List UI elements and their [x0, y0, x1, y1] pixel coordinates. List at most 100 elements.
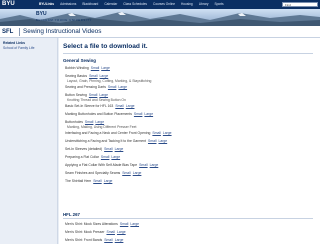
download-small-link[interactable]: Small — [101, 155, 109, 159]
item-description: Layout, Grain, Pinning, Cutting, Marking… — [67, 79, 152, 83]
title-divider — [19, 28, 20, 36]
top-nav: BYULinks Admissions Blackboard Calendar … — [36, 0, 227, 9]
download-large-link[interactable]: Large — [133, 171, 142, 175]
sidebar: Related Links School of Family Life — [0, 38, 58, 244]
download-small-link[interactable]: Small — [139, 163, 147, 167]
nav-library[interactable]: Library — [196, 0, 212, 9]
find-input[interactable]: Find — [282, 2, 318, 7]
item-title: Seam Finishes and Specialty Seams — [65, 171, 121, 175]
list-item: The Shirttail Hem Small Large — [65, 179, 112, 183]
item-title: Men's Shirt: Mock Presser — [65, 230, 105, 234]
byu-logo[interactable]: BYU — [2, 1, 15, 8]
nav-housing[interactable]: Housing — [178, 0, 196, 9]
download-large-link[interactable]: Large — [158, 139, 167, 143]
download-small-link[interactable]: Small — [108, 85, 116, 89]
item-title: Interfacing and Facing a Neck and Center… — [65, 131, 151, 135]
main-heading: Select a file to download it. — [63, 43, 148, 50]
list-item: Set-In Sleeves (detailed) Small Large — [65, 147, 123, 151]
item-title: Bobbin Winding — [65, 66, 89, 70]
download-small-link[interactable]: Small — [104, 238, 112, 242]
item-title: Applying a Flat Collar With Self-Made Bi… — [65, 163, 138, 167]
download-large-link[interactable]: Large — [126, 104, 135, 108]
mountain-banner: BYU BRIGHAM YOUNG UNIVERSITY — [0, 9, 320, 26]
section-heading-general-sewing: General Sewing — [63, 58, 96, 63]
item-title: The Shirttail Hem — [65, 179, 92, 183]
main-content: Select a file to download it. General Se… — [59, 38, 320, 244]
download-large-link[interactable]: Large — [144, 112, 153, 116]
nav-courses-online[interactable]: Courses Online — [150, 0, 178, 9]
section-divider — [63, 218, 313, 219]
list-item: Buttonholes Small Large Marking, Making, Us… — [65, 120, 136, 129]
item-title: Marking Buttonholes and Button Placement… — [65, 112, 132, 116]
list-item: Sewing and Pressing Darts Small Large — [65, 85, 127, 89]
list-item: Interfacing and Facing a Neck and Center… — [65, 131, 172, 135]
nav-class-schedules[interactable]: Class Schedules — [120, 0, 150, 9]
download-large-link[interactable]: Large — [115, 238, 124, 242]
download-large-link[interactable]: Large — [101, 66, 110, 70]
download-large-link[interactable]: Large — [150, 163, 159, 167]
list-item: Men's Shirt: Front Bands Small Large — [65, 238, 123, 242]
list-item: Preparing a Flat Collar Small Large — [65, 155, 120, 159]
byu-wordmark: BYU — [36, 11, 47, 17]
item-title: Preparing a Flat Collar — [65, 155, 99, 159]
nav-calendar[interactable]: Calendar — [101, 0, 120, 9]
item-title: Basic Set-In Sleeve for HFL 163 — [65, 104, 114, 108]
item-description: Knotting Thread and Sewing Button On — [67, 98, 126, 102]
download-small-link[interactable]: Small — [148, 139, 156, 143]
download-small-link[interactable]: Small — [89, 74, 97, 78]
download-small-link[interactable]: Small — [122, 171, 130, 175]
download-small-link[interactable]: Small — [115, 104, 123, 108]
nav-admissions[interactable]: Admissions — [57, 0, 79, 9]
list-item: Sewing Basics Small Large Layout, Grain, Pi… — [65, 74, 151, 83]
list-item: Basic Set-In Sleeve for HFL 163 Small Larg… — [65, 104, 134, 108]
nav-sports[interactable]: Sports — [211, 0, 226, 9]
item-title: Set-In Sleeves (detailed) — [65, 147, 103, 151]
download-small-link[interactable]: Small — [106, 230, 114, 234]
item-title: Buttonholes — [65, 120, 83, 124]
download-small-link[interactable]: Small — [134, 112, 142, 116]
department-abbrev[interactable]: SFL — [2, 28, 13, 36]
download-large-link[interactable]: Large — [117, 230, 126, 234]
sidebar-heading: Related Links — [3, 41, 26, 45]
download-small-link[interactable]: Small — [91, 66, 99, 70]
nav-blackboard[interactable]: Blackboard — [79, 0, 101, 9]
download-large-link[interactable]: Large — [130, 222, 139, 226]
list-item: Seam Finishes and Specialty Seams Small La… — [65, 171, 141, 175]
item-description: Marking, Making, Using Different Presser… — [67, 125, 137, 129]
list-item: Marking Buttonholes and Button Placement… — [65, 112, 153, 116]
item-title: Sewing and Pressing Darts — [65, 85, 106, 89]
title-bar: SFL Sewing Instructional Videos — [0, 26, 320, 38]
byu-full-name: BRIGHAM YOUNG UNIVERSITY — [36, 18, 92, 22]
top-nav-bar: BYU BYULinks Admissions Blackboard Calen… — [0, 0, 320, 9]
item-title: Button Sewing — [65, 93, 87, 97]
download-small-link[interactable]: Small — [120, 222, 128, 226]
download-small-link[interactable]: Small — [93, 179, 101, 183]
section-heading-hfl-267: HFL 267 — [63, 212, 81, 217]
download-large-link[interactable]: Large — [104, 179, 113, 183]
item-title: Understitching a Facing and Tacking It t… — [65, 139, 146, 143]
download-small-link[interactable]: Small — [152, 131, 160, 135]
download-small-link[interactable]: Small — [89, 93, 97, 97]
item-title: Men's Shirt: Mock Sizes Alterations — [65, 222, 118, 226]
list-item: Bobbin Winding Small Large — [65, 66, 110, 70]
download-large-link[interactable]: Large — [163, 131, 172, 135]
download-small-link[interactable]: Small — [85, 120, 93, 124]
list-item: Men's Shirt: Mock Presser Small Large — [65, 230, 126, 234]
download-large-link[interactable]: Large — [118, 85, 127, 89]
list-item: Men's Shirt: Mock Sizes Alterations Small… — [65, 222, 139, 226]
download-large-link[interactable]: Large — [95, 120, 104, 124]
heading-divider — [63, 53, 313, 54]
list-item: Understitching a Facing and Tacking It t… — [65, 139, 167, 143]
download-large-link[interactable]: Large — [111, 155, 120, 159]
sidebar-link-school-of-family-life[interactable]: School of Family Life — [3, 46, 34, 50]
page-title: Sewing Instructional Videos — [23, 28, 102, 35]
list-item: Applying a Flat Collar With Self-Made Bi… — [65, 163, 158, 167]
download-small-link[interactable]: Small — [104, 147, 112, 151]
download-large-link[interactable]: Large — [100, 74, 109, 78]
download-large-link[interactable]: Large — [115, 147, 124, 151]
item-title: Men's Shirt: Front Bands — [65, 238, 103, 242]
list-item: Button Sewing Small Large Knotting Thread a… — [65, 93, 126, 102]
item-title: Sewing Basics — [65, 74, 88, 78]
download-large-link[interactable]: Large — [99, 93, 108, 97]
nav-byulinks[interactable]: BYULinks — [36, 0, 57, 9]
